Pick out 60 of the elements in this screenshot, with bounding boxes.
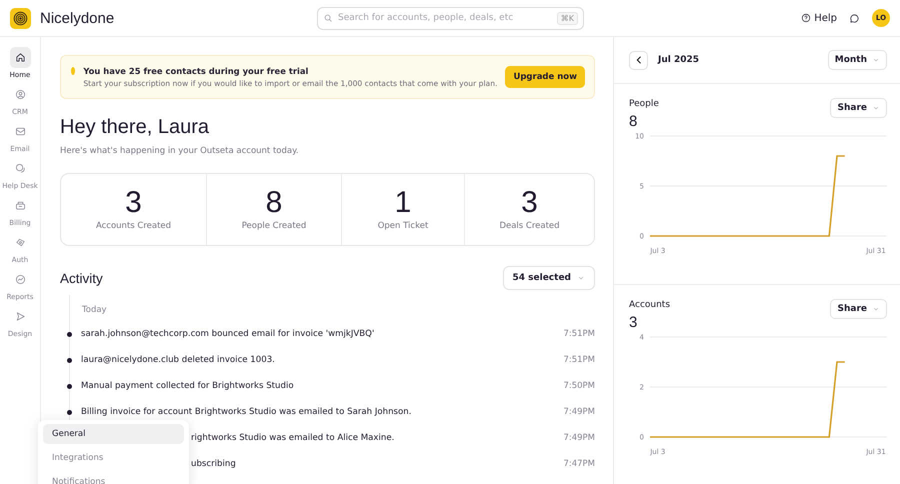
metric-value: 3 <box>629 314 638 331</box>
activity-time: 7:47PM <box>563 459 595 469</box>
greeting-subtitle: Here's what's happening in your Outseta account today. <box>60 146 300 156</box>
cursor-icon <box>14 311 26 322</box>
chevron-icon <box>577 274 585 282</box>
filter-dropdown[interactable]: 54 selected <box>502 266 595 290</box>
bullet-icon <box>67 384 72 388</box>
share-dropdown[interactable]: Share <box>830 98 887 118</box>
range-dropdown[interactable]: Month <box>828 50 887 70</box>
metric-title: People <box>629 99 659 109</box>
share-dropdown[interactable]: Share <box>830 299 887 319</box>
activity-time: 7:51PM <box>563 355 595 365</box>
logo-icon <box>10 8 31 28</box>
activity-time: 7:49PM <box>563 433 595 443</box>
activity-text: ubscribing <box>190 459 237 469</box>
activity-text: Billing invoice for account Brightworks Studio was emailed to Sarah Johnson. <box>81 407 412 417</box>
stat-label: Accounts Created <box>96 221 172 231</box>
metric-value: 8 <box>629 113 638 130</box>
activity-text: laura@nicelydone.club deleted invoice 1003. <box>81 355 276 365</box>
back-button[interactable] <box>629 50 648 70</box>
chat-icon <box>14 163 26 174</box>
menu-item[interactable]: General <box>43 424 184 444</box>
activity-time: 7:51PM <box>563 329 595 339</box>
period-label: Jul 2025 <box>658 55 700 65</box>
person-icon <box>14 89 26 100</box>
stat-value: 3 <box>125 188 142 218</box>
bullet-icon <box>67 410 72 414</box>
help-icon <box>801 13 812 23</box>
chat-icon[interactable] <box>849 12 860 24</box>
stat-value: 1 <box>394 188 412 218</box>
activity-text: sarah.johnson@techcorp.com bounced email for invoice 'wmjkJVBQ' <box>81 329 376 339</box>
warning-icon <box>71 67 76 75</box>
activity-time: 7:49PM <box>563 407 595 417</box>
greeting-title: Hey there, Laura <box>60 116 210 139</box>
stat-label: Deals Created <box>499 221 560 231</box>
chevron-icon <box>872 104 880 112</box>
metric-title: Accounts <box>629 300 670 310</box>
section-title: Activity <box>60 270 103 286</box>
menu-item[interactable]: Notifications <box>43 472 184 484</box>
mail-icon <box>14 126 26 137</box>
chart-icon <box>14 274 26 285</box>
activity-text: rightworks Studio was emailed to Alice Maxine. <box>190 433 396 443</box>
group-label: Today <box>81 304 108 317</box>
bullet-icon <box>67 358 72 362</box>
help-button[interactable]: Help <box>801 12 837 24</box>
stat-label: People Created <box>242 221 306 231</box>
menu-item[interactable]: Integrations <box>43 448 184 468</box>
chevron-icon <box>872 305 880 313</box>
stat-value: 8 <box>266 188 282 218</box>
chevron-icon <box>872 56 880 64</box>
activity-text: Manual payment collected for Brightworks Studio <box>81 381 295 391</box>
stat-value: 3 <box>521 188 538 218</box>
activity-time: 7:50PM <box>563 381 595 391</box>
banner-title: You have 25 free contacts during your free trial <box>83 66 310 76</box>
app-name: Nicelydone <box>40 10 116 26</box>
upgrade-button[interactable]: Upgrade now <box>505 66 585 88</box>
home-icon <box>14 52 26 63</box>
bullet-icon <box>67 332 72 336</box>
search-icon <box>323 12 333 22</box>
stat-label: Open Ticket <box>378 221 428 231</box>
